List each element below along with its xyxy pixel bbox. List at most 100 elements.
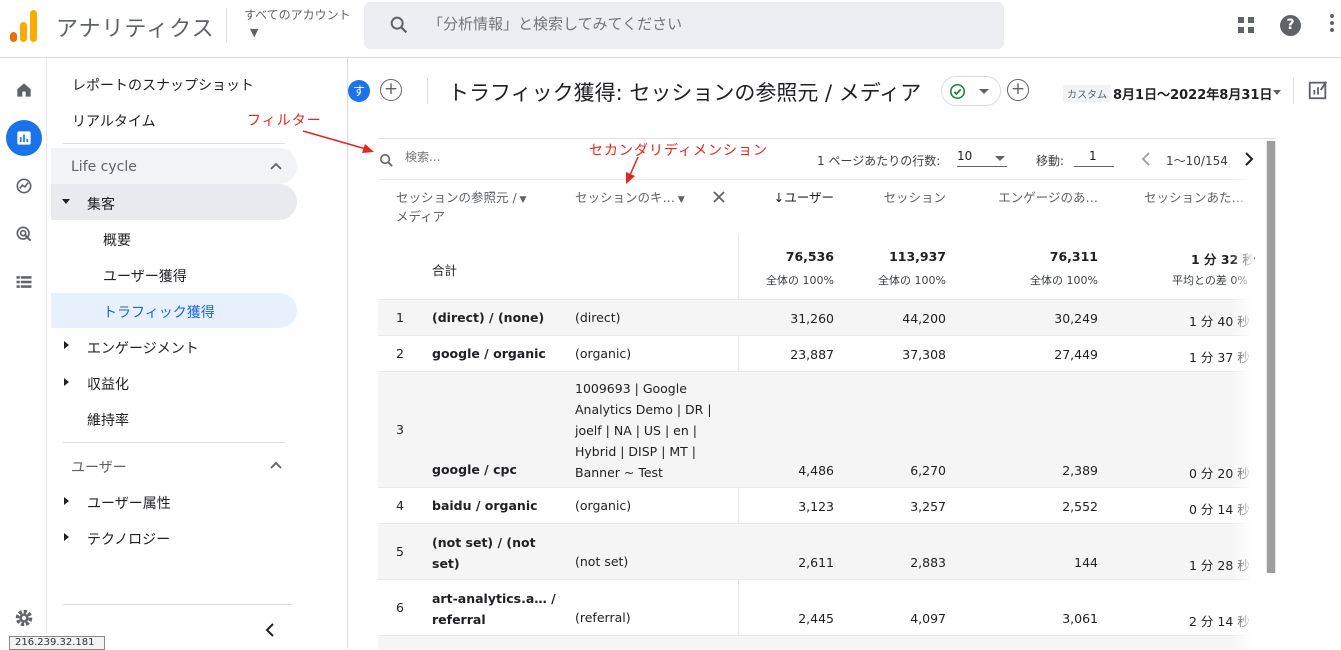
next-page-icon[interactable] bbox=[1244, 152, 1254, 166]
nav-section-user-title[interactable]: ユーザー bbox=[71, 457, 127, 477]
apps-grid-icon[interactable] bbox=[1238, 17, 1254, 33]
configure-icon[interactable] bbox=[6, 264, 42, 300]
row-source[interactable]: google / cpc bbox=[432, 462, 517, 477]
header-users-label: ユーザー bbox=[784, 190, 834, 205]
nav-technology[interactable]: テクノロジー bbox=[87, 529, 170, 549]
app-title[interactable]: アナリティクス bbox=[56, 11, 215, 43]
explore-icon[interactable] bbox=[6, 168, 42, 204]
add-icon[interactable]: + bbox=[1007, 79, 1029, 101]
header-divider bbox=[1293, 78, 1294, 104]
search-icon bbox=[380, 154, 393, 167]
table-row[interactable]: 2 google / organic (organic) 23,887 37,3… bbox=[378, 336, 1250, 372]
totals-engaged: 76,311 bbox=[1049, 249, 1098, 264]
totals-sessions-sub: 全体の 100% bbox=[878, 274, 946, 287]
analytics-logo-icon[interactable] bbox=[10, 10, 38, 42]
chevron-up-icon[interactable] bbox=[270, 461, 282, 469]
collapse-chevron-icon[interactable] bbox=[264, 623, 276, 637]
totals-users: 76,536 bbox=[785, 249, 834, 264]
add-comparison-icon[interactable]: + bbox=[380, 79, 402, 101]
row-source-line: referral bbox=[432, 612, 486, 627]
row-sessions: 6,270 bbox=[910, 463, 946, 478]
row-users: 23,887 bbox=[790, 347, 834, 362]
nav-engagement[interactable]: エンゲージメント bbox=[87, 338, 199, 358]
row-source[interactable]: baidu / organic bbox=[432, 498, 538, 513]
row-secondary-line: Hybrid | DISP | MT | bbox=[575, 444, 696, 459]
header-avg-duration[interactable]: セッションあた… bbox=[1144, 187, 1244, 206]
row-source[interactable]: art-analytics.a… / referral bbox=[432, 588, 556, 630]
settings-icon[interactable] bbox=[6, 600, 42, 636]
expand-right-icon bbox=[64, 341, 69, 349]
table-row[interactable] bbox=[378, 636, 1250, 649]
goto-page-value: 1 bbox=[1089, 149, 1097, 163]
table-row[interactable]: 5 (not set) / (not set) (not set) 2,611 … bbox=[378, 524, 1250, 580]
row-index: 6 bbox=[396, 600, 404, 615]
header-secondary-dimension[interactable]: セッションのキ… ▼ bbox=[575, 187, 685, 206]
row-avg: 1 分 28 秒 bbox=[1189, 558, 1250, 573]
date-range-selector[interactable]: 8月1日〜2022年8月31日 bbox=[1113, 84, 1272, 103]
nav-acquisition-overview[interactable]: 概要 bbox=[103, 230, 131, 250]
nav-monetization[interactable]: 収益化 bbox=[87, 374, 129, 394]
row-index: 1 bbox=[396, 310, 404, 325]
annotation-secondary-dimension: セカンダリディメンション bbox=[589, 143, 769, 159]
row-source-line: art-analytics.a… / bbox=[432, 591, 556, 606]
nav-user-acquisition[interactable]: ユーザー獲得 bbox=[103, 266, 187, 286]
reports-icon[interactable] bbox=[6, 120, 42, 156]
row-sessions: 3,257 bbox=[910, 499, 946, 514]
header-source-medium[interactable]: セッションの参照元 / ▼ メディア bbox=[396, 187, 526, 225]
chevron-up-icon[interactable] bbox=[270, 162, 282, 170]
global-search[interactable] bbox=[364, 2, 1004, 49]
search-input[interactable] bbox=[428, 15, 968, 33]
dropdown-caret-icon[interactable]: ▼ bbox=[675, 195, 685, 205]
nav-snapshot[interactable]: レポートのスナップショット bbox=[72, 75, 254, 95]
totals-avg-sub: 平均との差 0% bbox=[1172, 274, 1248, 287]
row-secondary: 1009693 | Google Analytics Demo | DR | j… bbox=[575, 378, 712, 483]
row-index: 5 bbox=[396, 544, 404, 559]
row-engaged: 3,061 bbox=[1062, 611, 1098, 626]
account-selector-label[interactable]: すべてのアカウント bbox=[244, 6, 351, 23]
table-row[interactable]: 3 google / cpc 1009693 | Google Analytic… bbox=[378, 372, 1250, 488]
edit-report-icon[interactable] bbox=[1307, 79, 1329, 101]
header-sessions[interactable]: セッション bbox=[866, 187, 946, 206]
home-icon[interactable] bbox=[6, 72, 42, 108]
table-row[interactable]: 4 baidu / organic (organic) 3,123 3,257 … bbox=[378, 488, 1250, 524]
top-app-bar: アナリティクス すべてのアカウント ▼ ? bbox=[0, 0, 1341, 58]
advertising-icon[interactable] bbox=[6, 216, 42, 252]
nav-user-attributes[interactable]: ユーザー属性 bbox=[87, 493, 171, 513]
help-icon[interactable]: ? bbox=[1280, 15, 1301, 36]
goto-page-input[interactable]: 1 bbox=[1074, 149, 1114, 167]
row-secondary-line: 1009693 | Google bbox=[575, 381, 687, 396]
avatar[interactable]: す bbox=[348, 80, 370, 102]
dropdown-caret-icon[interactable]: ▼ bbox=[517, 195, 527, 205]
annotation-filter: フィルター bbox=[247, 113, 322, 129]
row-source[interactable]: google / organic bbox=[432, 346, 546, 361]
nav-realtime[interactable]: リアルタイム bbox=[72, 111, 156, 131]
row-source[interactable]: (not set) / (not set) bbox=[432, 532, 536, 574]
nav-divider bbox=[63, 442, 285, 443]
table-row[interactable]: 6 art-analytics.a… / referral (referral)… bbox=[378, 580, 1250, 636]
table-row[interactable]: 1 (direct) / (none) (direct) 31,260 44,2… bbox=[378, 300, 1250, 336]
previous-page-icon[interactable] bbox=[1141, 152, 1151, 166]
scrollbar-thumb[interactable] bbox=[1267, 141, 1275, 573]
header-source-medium-line1: セッションの参照元 / bbox=[396, 190, 517, 205]
chevron-down-icon bbox=[995, 156, 1005, 161]
close-icon[interactable] bbox=[712, 190, 726, 204]
row-engaged: 2,389 bbox=[1062, 463, 1098, 478]
row-users: 2,445 bbox=[798, 611, 834, 626]
page-range: 1〜10/154 bbox=[1166, 154, 1228, 168]
nav-retention[interactable]: 維持率 bbox=[87, 410, 129, 430]
header-engaged-sessions[interactable]: エンゲージのあ… bbox=[978, 187, 1098, 206]
header-secondary-label: セッションのキ… bbox=[575, 190, 676, 205]
calendar-caret-icon[interactable] bbox=[1273, 90, 1281, 95]
row-source-line: set) bbox=[432, 556, 460, 571]
header-users[interactable]: ↓ユーザー bbox=[766, 187, 834, 206]
row-source[interactable]: (direct) / (none) bbox=[432, 310, 544, 325]
account-caret-icon[interactable]: ▼ bbox=[250, 26, 258, 39]
row-secondary: (organic) bbox=[575, 498, 632, 513]
row-sessions: 37,308 bbox=[902, 347, 946, 362]
report-status-pill[interactable] bbox=[941, 76, 1001, 106]
more-vert-icon[interactable] bbox=[1330, 14, 1334, 35]
row-engaged: 144 bbox=[1074, 555, 1098, 570]
nav-divider bbox=[63, 604, 293, 605]
row-sessions: 44,200 bbox=[902, 311, 946, 326]
row-sessions: 4,097 bbox=[910, 611, 946, 626]
